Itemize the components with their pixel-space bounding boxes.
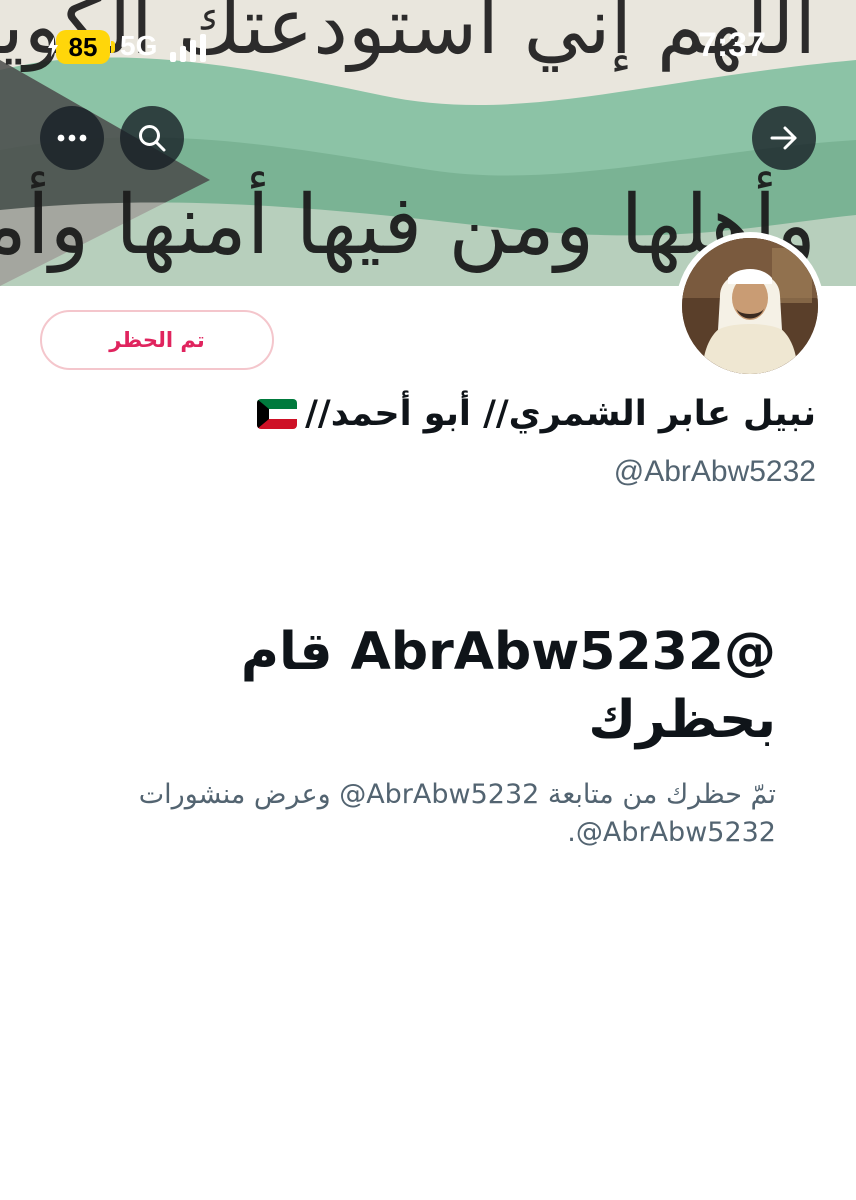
search-icon bbox=[139, 125, 166, 152]
back-button[interactable] bbox=[752, 106, 816, 170]
blocked-description: تمّ حظرك من متابعة ‎@AbrAbw5232 وعرض منش… bbox=[138, 779, 776, 848]
network-type: 5G bbox=[120, 30, 158, 61]
display-name-text: نبيل عابر الشمري// أبو أحمد// bbox=[305, 394, 816, 434]
clock: 7:37 bbox=[697, 26, 766, 64]
arrow-right-icon bbox=[770, 126, 797, 150]
profile-handle: @AbrAbw5232 bbox=[613, 455, 816, 488]
more-icon bbox=[57, 134, 87, 142]
blocked-button[interactable]: تم الحظر bbox=[40, 310, 274, 370]
battery-indicator: 85 bbox=[48, 30, 115, 64]
status-bar: 85 5G 7:37 bbox=[0, 0, 856, 100]
search-button[interactable] bbox=[120, 106, 184, 170]
signal-bars-icon bbox=[170, 34, 206, 62]
battery-nub bbox=[111, 41, 115, 53]
more-button[interactable] bbox=[40, 106, 104, 170]
display-name: نبيل عابر الشمري// أبو أحمد// bbox=[257, 394, 816, 434]
blocked-title: ‏@AbrAbw5232 قام بحظرك bbox=[240, 622, 776, 750]
kuwait-flag-icon bbox=[257, 399, 298, 429]
profile-avatar[interactable] bbox=[676, 232, 824, 380]
avatar-photo bbox=[682, 238, 818, 374]
charging-bolt-icon bbox=[48, 37, 58, 57]
battery-level: 85 bbox=[56, 30, 110, 64]
